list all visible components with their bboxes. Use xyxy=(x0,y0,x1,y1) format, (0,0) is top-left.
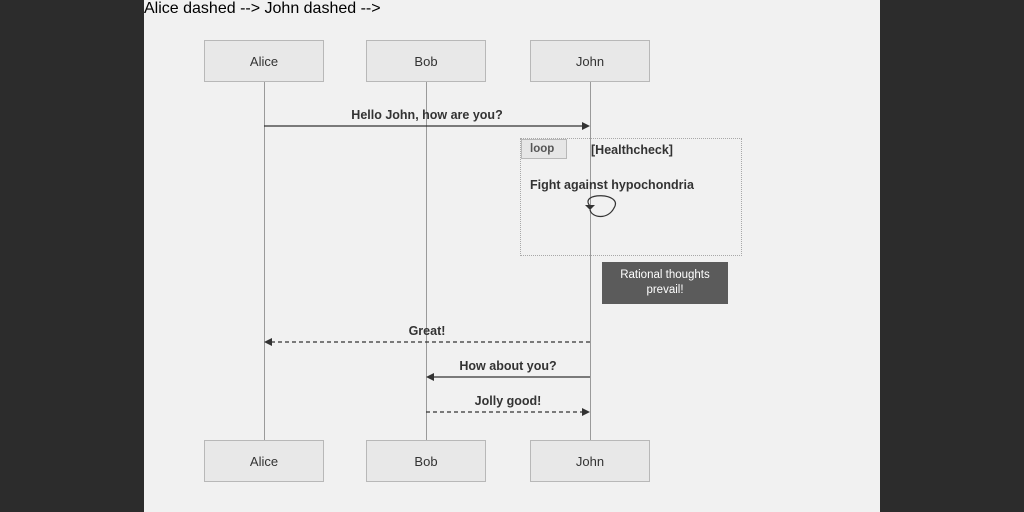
note-text: Rational thoughts prevail! xyxy=(620,269,710,296)
loop-self-message-text: Fight against hypochondria xyxy=(530,178,694,192)
message-text: How about you? xyxy=(426,359,590,373)
lifeline-alice xyxy=(264,82,265,472)
loop-tag: loop xyxy=(521,139,567,159)
loop-tag-label: loop xyxy=(530,143,554,155)
arrow-icon xyxy=(264,124,590,128)
message-text: Jolly good! xyxy=(426,394,590,408)
self-loop-icon xyxy=(584,196,624,224)
actor-john-top: John xyxy=(530,40,650,82)
actor-bob-top: Bob xyxy=(366,40,486,82)
actor-label: Alice xyxy=(250,54,278,69)
actor-label: Bob xyxy=(414,454,437,469)
message-text: Great! xyxy=(264,324,590,338)
arrow-icon xyxy=(264,340,590,344)
loop-frame: loop [Healthcheck] xyxy=(520,138,742,256)
arrow-icon xyxy=(426,375,590,379)
actor-alice-top: Alice xyxy=(204,40,324,82)
actor-label: Bob xyxy=(414,54,437,69)
actor-label: John xyxy=(576,454,604,469)
arrow-icon xyxy=(426,410,590,414)
actor-label: Alice xyxy=(250,454,278,469)
actor-label: John xyxy=(576,54,604,69)
diagram-canvas: Alice Bob John Alice Bob John Hello John… xyxy=(144,0,880,512)
note-box: Rational thoughts prevail! xyxy=(602,262,728,304)
message-text: Hello John, how are you? xyxy=(264,108,590,122)
actor-alice-bottom: Alice xyxy=(204,440,324,482)
actor-john-bottom: John xyxy=(530,440,650,482)
loop-condition: [Healthcheck] xyxy=(591,143,673,157)
actor-bob-bottom: Bob xyxy=(366,440,486,482)
